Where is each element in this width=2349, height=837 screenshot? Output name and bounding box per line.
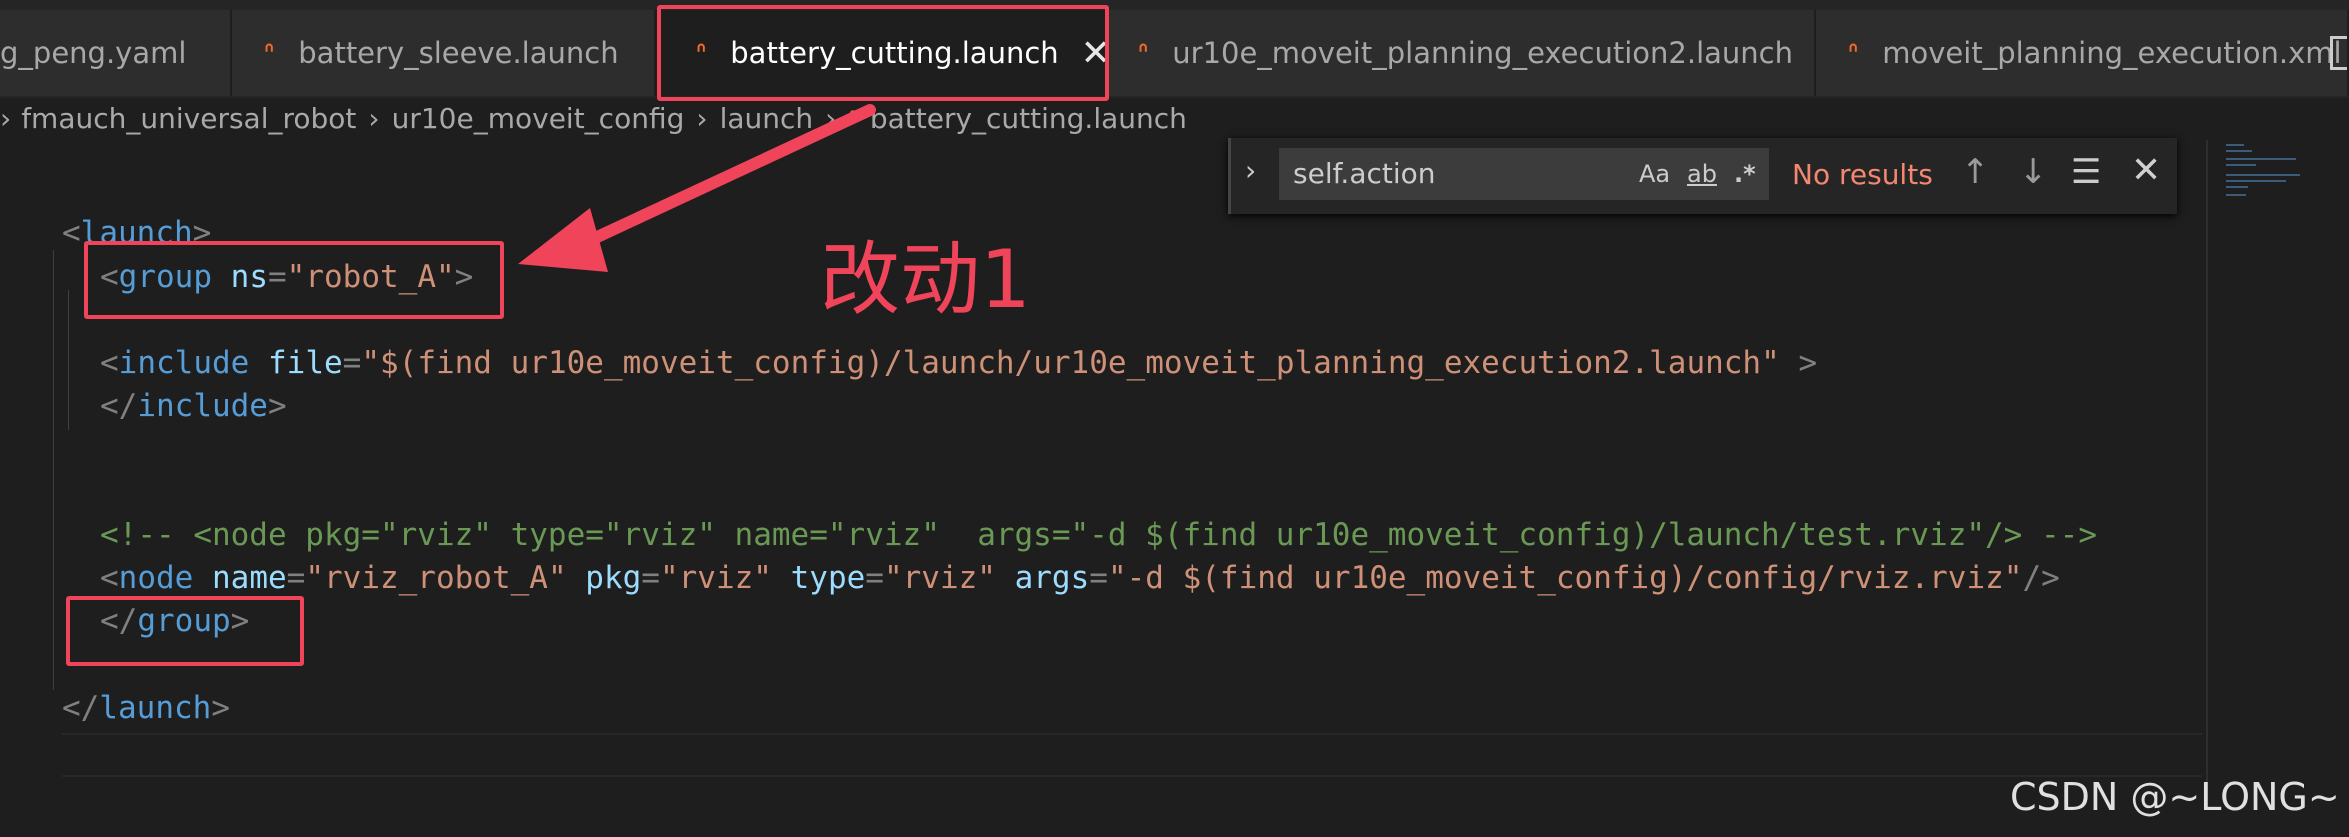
annotation-arrow [518, 104, 876, 272]
watermark: CSDN @~LONG~ [2010, 775, 2340, 819]
annotation-label: 改动1 [820, 233, 1031, 326]
